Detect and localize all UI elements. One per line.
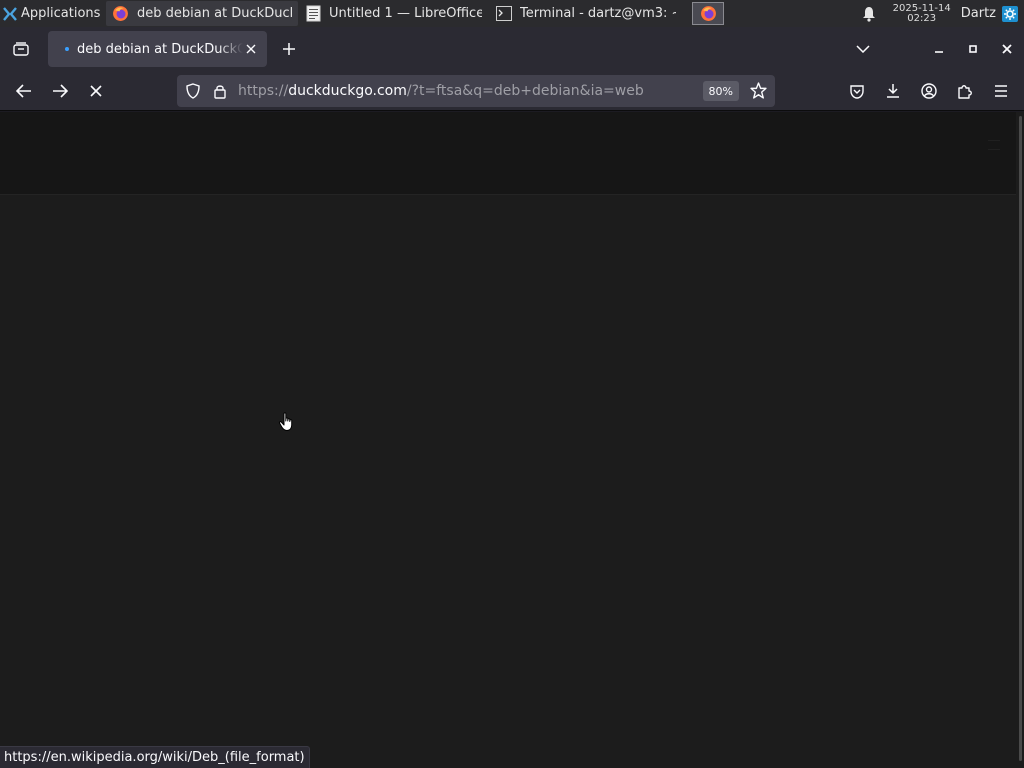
- pocket-button[interactable]: [842, 76, 872, 106]
- tab-title: deb debian at DuckDuckGo: [77, 41, 243, 57]
- link-status-bar: https://en.wikipedia.org/wiki/Deb_(file_…: [0, 746, 310, 768]
- vertical-scrollbar[interactable]: [1016, 112, 1024, 768]
- arrow-right-icon: [52, 83, 68, 98]
- page-content[interactable]: https://en.wikipedia.org/wiki/Deb_(file_…: [0, 112, 1024, 768]
- settings-gear-icon[interactable]: [1002, 5, 1018, 22]
- url-text[interactable]: https://duckduckgo.com/?t=ftsa&q=deb+deb…: [238, 83, 644, 99]
- account-icon: [921, 83, 937, 99]
- taskbar-firefox-launcher[interactable]: [692, 2, 724, 25]
- list-all-tabs-button[interactable]: [846, 27, 880, 71]
- account-button[interactable]: [914, 76, 944, 106]
- pocket-icon: [849, 84, 865, 99]
- desktop-taskbar: Applications ≡ deb debian at DuckDuck...…: [0, 0, 1024, 27]
- minimize-window-button[interactable]: [922, 27, 956, 71]
- clock-date: 2025-11-14: [892, 2, 951, 14]
- maximize-icon: [969, 45, 977, 53]
- chevron-down-icon: [856, 45, 870, 53]
- zoom-level-badge[interactable]: 80%: [702, 81, 739, 101]
- stop-icon: [90, 84, 102, 97]
- url-host: duckduckgo.com: [288, 83, 407, 99]
- download-icon: [885, 83, 901, 99]
- loading-indicator-icon: [65, 47, 69, 51]
- page-header: [0, 112, 1016, 195]
- extensions-button[interactable]: [950, 76, 980, 106]
- new-tab-button[interactable]: [279, 39, 299, 59]
- minimize-icon: [934, 44, 944, 54]
- url-path: /?t=ftsa&q=deb+debian&ia=web: [406, 83, 644, 99]
- browser-tab-strip: deb debian at DuckDuckGo: [0, 27, 1024, 71]
- plus-icon: [282, 42, 296, 56]
- close-window-button[interactable]: [990, 27, 1024, 71]
- back-button[interactable]: [9, 76, 39, 106]
- taskbar-task-label: deb debian at DuckDuck...: [137, 6, 292, 21]
- clock-time: 02:23: [907, 12, 937, 24]
- applications-label: Applications: [21, 6, 101, 21]
- user-name[interactable]: Dartz: [961, 6, 996, 21]
- firefox-view-icon: [13, 42, 29, 56]
- taskbar-task-libreoffice[interactable]: Untitled 1 — LibreOffice ...: [300, 1, 488, 26]
- navigation-toolbar: https://duckduckgo.com/?t=ftsa&q=deb+deb…: [0, 71, 1024, 111]
- clock[interactable]: 2025-11-14 02:23: [892, 2, 951, 24]
- document-icon: [306, 5, 321, 22]
- app-menu-button[interactable]: [986, 76, 1016, 106]
- maximize-window-button[interactable]: [956, 27, 990, 71]
- address-bar[interactable]: https://duckduckgo.com/?t=ftsa&q=deb+deb…: [177, 75, 775, 107]
- taskbar-task-label: Untitled 1 — LibreOffice ...: [329, 6, 482, 21]
- tab-duckduckgo[interactable]: deb debian at DuckDuckGo: [48, 31, 267, 67]
- firefox-icon: [700, 5, 717, 22]
- taskbar-task-firefox[interactable]: deb debian at DuckDuck...: [106, 1, 298, 26]
- forward-button[interactable]: [45, 76, 75, 106]
- xfce-logo-icon: [2, 6, 18, 22]
- firefox-icon: [112, 5, 129, 22]
- close-icon: [1002, 44, 1012, 54]
- applications-menu-button[interactable]: Applications ≡: [0, 0, 104, 27]
- stop-loading-button[interactable]: [81, 76, 111, 106]
- scrollbar-thumb[interactable]: [1019, 116, 1022, 761]
- url-scheme: https://: [238, 83, 289, 99]
- page-menu-icon[interactable]: [988, 140, 1000, 150]
- notification-bell-icon[interactable]: [859, 6, 879, 22]
- puzzle-piece-icon: [957, 83, 973, 99]
- lock-icon[interactable]: [212, 84, 228, 99]
- downloads-button[interactable]: [878, 76, 908, 106]
- taskbar-task-label: Terminal - dartz@vm3: ~: [520, 6, 676, 21]
- taskbar-task-terminal[interactable]: Terminal - dartz@vm3: ~: [490, 1, 682, 26]
- close-tab-icon[interactable]: [243, 41, 259, 57]
- tracking-protection-shield-icon[interactable]: [184, 83, 202, 99]
- hand-pointer-cursor-icon: [278, 412, 296, 432]
- bookmark-star-icon[interactable]: [750, 82, 767, 99]
- hamburger-menu-icon: [994, 85, 1008, 97]
- arrow-left-icon: [16, 83, 32, 98]
- firefox-view-button[interactable]: [0, 27, 42, 71]
- terminal-icon: [496, 6, 512, 21]
